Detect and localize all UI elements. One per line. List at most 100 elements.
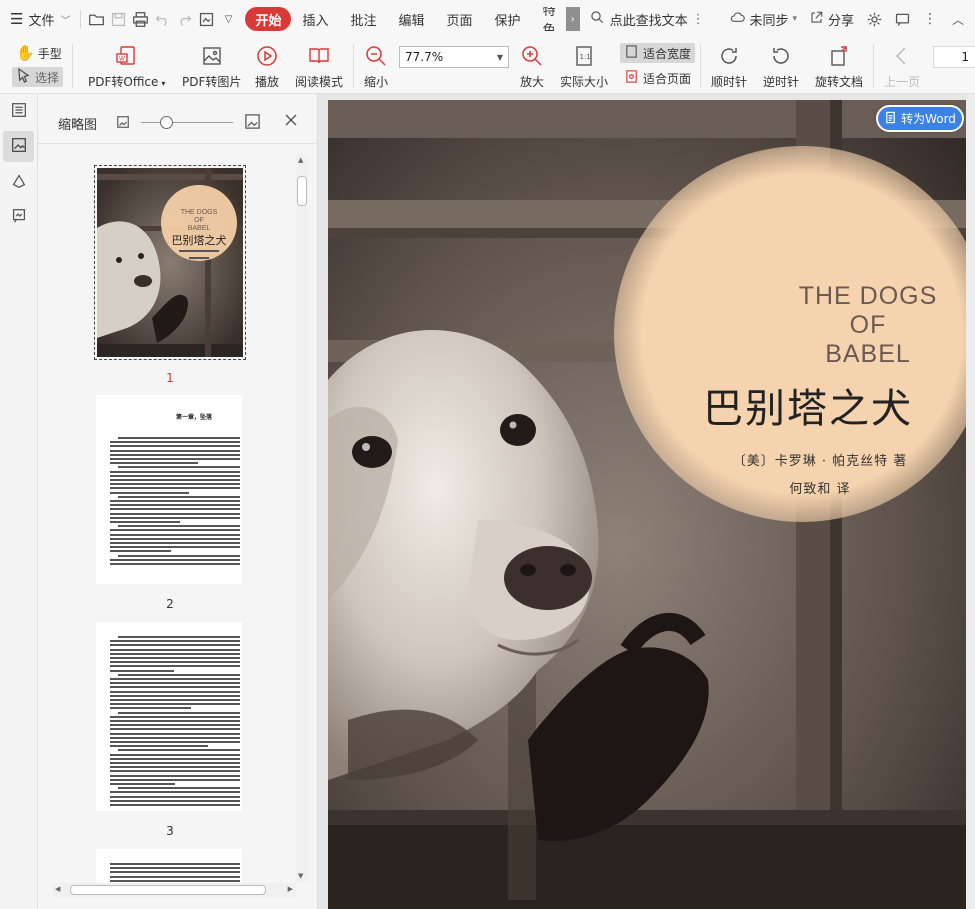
pdf-to-office-button[interactable]: W PDF转Office ▾ — [88, 43, 165, 90]
tab-insert[interactable]: 插入 — [291, 7, 339, 31]
gear-icon[interactable] — [863, 8, 885, 30]
image-convert-icon[interactable] — [195, 8, 217, 30]
thumbnail-text-line — [110, 449, 240, 452]
print-icon[interactable] — [129, 8, 151, 30]
cover-english-title: THE DOGS OF BABEL — [758, 282, 975, 369]
thumbnail-page-3[interactable] — [96, 622, 242, 811]
zoom-level-select[interactable]: 77.7% ▼ — [399, 46, 509, 68]
document-view[interactable]: THE DOGS OF BABEL 巴别塔之犬 〔美〕卡罗琳 · 帕克丝特 著 … — [318, 94, 975, 909]
tab-annotate[interactable]: 批注 — [340, 7, 388, 31]
hand-tool-button[interactable]: ✋ 手型 — [12, 43, 66, 63]
separator — [700, 44, 701, 88]
sync-status[interactable]: 未同步 ▾ — [724, 6, 803, 32]
thumbnail-button[interactable] — [3, 131, 34, 162]
thumbnail-text-line — [118, 466, 240, 469]
collapse-ribbon-icon[interactable]: ︿ — [947, 8, 969, 30]
open-folder-icon[interactable] — [85, 8, 107, 30]
share-icon — [809, 10, 824, 29]
rotate-clockwise-label: 顺时针 — [711, 75, 748, 89]
thumbnail-page-2[interactable]: 第一章，坠落 — [96, 395, 242, 584]
tab-page[interactable]: 页面 — [436, 7, 484, 31]
thumbnail-text-line — [110, 470, 240, 473]
page-number-input[interactable]: 1 — [933, 46, 975, 68]
tab-scroll-right-button[interactable]: › — [565, 7, 580, 31]
fit-page-label: 适合页面 — [643, 71, 692, 86]
thumbnail-text-line — [110, 799, 240, 802]
annotation-list-button[interactable] — [3, 202, 34, 233]
thumbnail-text-line — [110, 774, 240, 777]
rotate-ccw-icon — [768, 43, 794, 69]
scrollbar-thumb[interactable] — [70, 885, 266, 895]
thumbnail-page-1[interactable]: THE DOGS OF BABEL 巴别塔之犬 — [94, 165, 246, 360]
bookmark-button[interactable] — [3, 167, 34, 198]
outline-button[interactable] — [3, 96, 34, 127]
small-image-icon[interactable] — [116, 115, 130, 129]
chevron-down-icon: ▼ — [496, 52, 503, 62]
slider-handle[interactable] — [160, 116, 173, 129]
tab-start[interactable]: 开始 — [245, 7, 292, 31]
previous-page-button[interactable]: 上一页 — [884, 43, 920, 90]
thumbnail-text-line — [110, 533, 240, 536]
rotate-document-button[interactable]: 旋转文档 — [815, 43, 863, 90]
thumbnail-text-line — [110, 724, 240, 727]
thumbnail-size-slider[interactable] — [141, 122, 233, 123]
thumbnail-text-line — [110, 652, 240, 655]
thumbnail-page-4[interactable] — [96, 849, 242, 883]
scroll-right-arrow-icon[interactable]: ▶ — [288, 885, 293, 893]
thumbnail-horizontal-scrollbar[interactable]: ◀ ▶ — [52, 883, 296, 897]
cover-author: 〔美〕卡罗琳 · 帕克丝特 著 — [732, 454, 908, 469]
actual-size-button[interactable]: 1:1 实际大小 — [560, 43, 608, 90]
scroll-up-arrow-icon[interactable]: ▲ — [298, 156, 303, 164]
large-image-icon[interactable] — [244, 113, 261, 130]
scrollbar-thumb[interactable] — [297, 176, 307, 206]
rotate-clockwise-button[interactable]: 顺时针 — [711, 43, 747, 90]
message-icon[interactable] — [891, 8, 913, 30]
zoom-out-button[interactable]: 缩小 — [363, 43, 389, 90]
thumbnail-text-line — [110, 879, 240, 882]
thumbnail-text-line — [110, 791, 240, 794]
search-box[interactable]: 点此查找文本 ⋮ — [590, 10, 705, 29]
fit-width-button[interactable]: 适合宽度 — [620, 43, 696, 63]
undo-icon[interactable] — [151, 8, 173, 30]
select-tool-button[interactable]: 选择 — [12, 67, 64, 87]
more-options-icon[interactable]: ⋮ — [692, 12, 705, 27]
scroll-left-arrow-icon[interactable]: ◀ — [55, 885, 60, 893]
play-icon — [254, 43, 280, 69]
thumbnail-text-line — [110, 546, 240, 549]
read-mode-label: 阅读模式 — [295, 75, 344, 89]
save-icon[interactable] — [107, 8, 129, 30]
fit-page-button[interactable]: 适合页面 — [620, 68, 695, 88]
page-number-value: 1 — [961, 50, 969, 64]
convert-to-word-button[interactable]: 转为Word — [876, 105, 964, 132]
close-icon[interactable] — [283, 112, 299, 128]
thumbnail-text-line — [110, 500, 240, 502]
zoom-in-button[interactable]: 放大 — [519, 43, 545, 90]
thumbnail-text-line — [110, 783, 175, 785]
thumbnail-text-line — [110, 648, 240, 651]
document-vertical-scrollbar[interactable] — [966, 94, 975, 909]
tab-features[interactable]: 特色 — [532, 7, 566, 31]
thumbnail-text-line — [118, 787, 240, 790]
thumbnail-vertical-scrollbar[interactable]: ▲ ▼ — [296, 154, 308, 882]
zoom-in-label: 放大 — [519, 75, 544, 89]
thumbnail-text-line — [118, 673, 240, 676]
rotate-counterclockwise-button[interactable]: 逆时针 — [763, 43, 799, 90]
tab-edit[interactable]: 编辑 — [388, 7, 436, 31]
bookmark-icon — [10, 172, 28, 193]
more-icon[interactable]: ⋮ — [919, 8, 941, 30]
thumbnail-text-line — [118, 525, 240, 528]
chevron-down-icon: ▾ — [792, 14, 797, 24]
play-button[interactable]: 播放 — [254, 43, 280, 90]
thumbnail-text-line — [110, 795, 240, 798]
hand-icon: ✋ — [16, 44, 35, 62]
search-placeholder: 点此查找文本 — [609, 13, 688, 29]
scroll-down-arrow-icon[interactable]: ▼ — [298, 872, 303, 880]
thumbnail-page-number: 3 — [166, 824, 174, 838]
file-menu[interactable]: ☰ 文件 ﹀ — [0, 6, 76, 32]
redo-icon[interactable] — [173, 8, 195, 30]
pdf-to-image-button[interactable]: PDF转图片 — [182, 43, 241, 90]
share-button[interactable]: 分享 — [803, 6, 860, 32]
read-mode-button[interactable]: 阅读模式 — [295, 43, 343, 90]
tab-protect[interactable]: 保护 — [484, 7, 532, 31]
dropdown-arrow-icon[interactable]: ▽ — [217, 8, 239, 30]
